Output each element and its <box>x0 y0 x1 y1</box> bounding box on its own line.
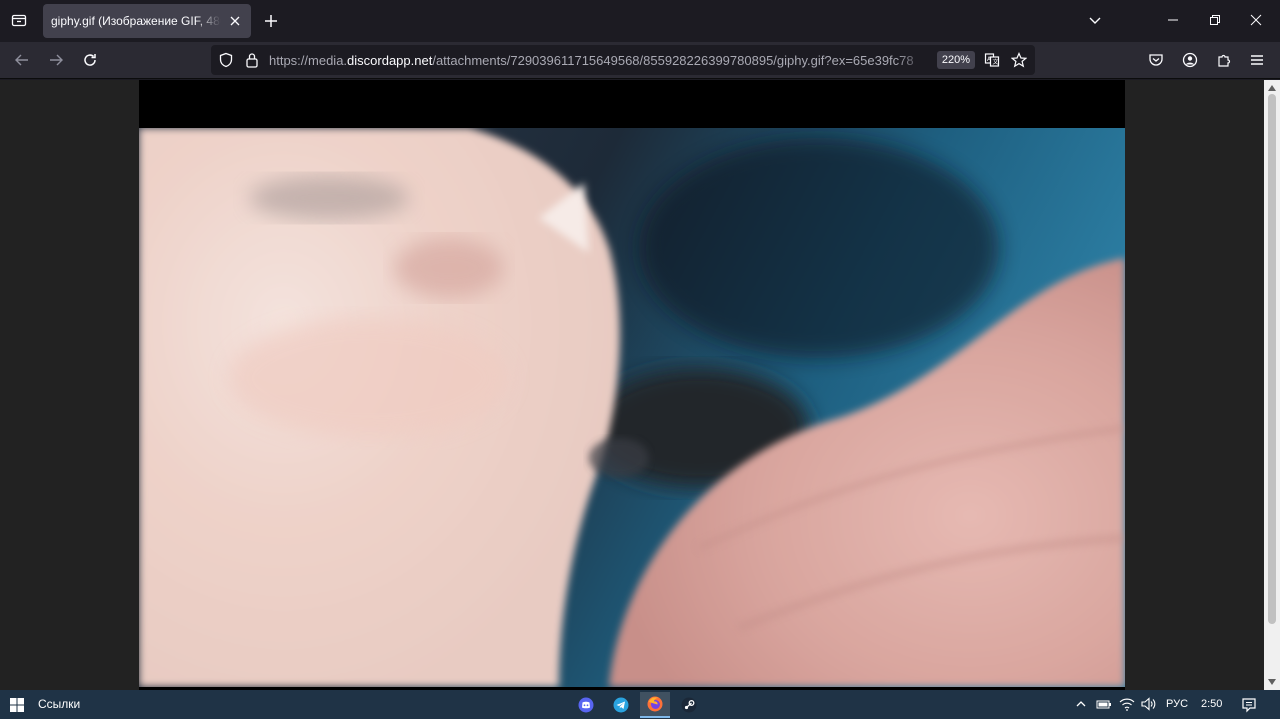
tab-bar: giphy.gif (Изображение GIF, 480 × 272 пи… <box>0 0 1280 42</box>
chevron-up-icon <box>1076 701 1086 707</box>
restore-icon <box>1210 15 1220 25</box>
back-button[interactable] <box>8 46 36 74</box>
firefox-icon <box>647 696 663 712</box>
app-menu-button[interactable] <box>1243 46 1271 74</box>
navigation-toolbar: https://media.discordapp.net/attachments… <box>0 42 1280 79</box>
vertical-scrollbar[interactable] <box>1264 80 1280 690</box>
puzzle-icon <box>1218 54 1231 67</box>
url-text[interactable]: https://media.discordapp.net/attachments… <box>269 53 929 68</box>
close-icon <box>230 16 240 26</box>
plus-icon <box>265 15 277 27</box>
svg-text:文: 文 <box>993 58 999 66</box>
taskbar-app-discord[interactable] <box>571 692 601 718</box>
links-toolbar-label[interactable]: Ссылки <box>38 697 80 711</box>
list-all-tabs-button[interactable] <box>6 7 32 33</box>
star-icon <box>1011 52 1027 68</box>
minimize-button[interactable] <box>1150 4 1196 36</box>
site-info-button[interactable] <box>243 51 261 69</box>
forward-button[interactable] <box>42 46 70 74</box>
translate-icon: A 文 <box>984 53 1000 67</box>
wifi-icon <box>1119 698 1135 711</box>
arrow-left-icon <box>15 54 28 66</box>
volume-control[interactable] <box>1140 695 1158 713</box>
url-bar[interactable]: https://media.discordapp.net/attachments… <box>211 45 1035 75</box>
taskbar-app-telegram[interactable] <box>606 692 636 718</box>
action-center-button[interactable] <box>1238 694 1260 716</box>
account-icon <box>1182 52 1198 68</box>
bookmark-star-button[interactable] <box>1010 51 1028 69</box>
account-button[interactable] <box>1176 46 1204 74</box>
translate-button[interactable]: A 文 <box>983 51 1001 69</box>
close-window-button[interactable] <box>1233 4 1279 36</box>
extensions-button[interactable] <box>1210 46 1238 74</box>
discord-icon <box>578 697 594 713</box>
pocket-icon <box>1149 54 1163 66</box>
steam-icon <box>681 697 697 713</box>
tab-giphy[interactable]: giphy.gif (Изображение GIF, 480 × 272 пи… <box>43 4 251 38</box>
tab-title: giphy.gif (Изображение GIF, 480 × 272 пи… <box>51 14 221 28</box>
reload-icon <box>84 54 96 66</box>
gif-viewer <box>139 80 1125 690</box>
restore-button[interactable] <box>1192 4 1238 36</box>
tab-close-button[interactable] <box>227 13 243 29</box>
battery-status[interactable] <box>1095 695 1113 713</box>
tab-list-icon <box>11 14 27 27</box>
scroll-down-arrow[interactable] <box>1267 677 1277 687</box>
new-tab-button[interactable] <box>260 10 282 32</box>
input-language-indicator[interactable]: РУС <box>1166 698 1188 710</box>
cat-gif-image <box>139 128 1125 687</box>
notification-icon <box>1242 698 1256 713</box>
minimize-icon <box>1168 19 1178 21</box>
url-host: discordapp.net <box>347 53 433 68</box>
taskbar-app-firefox[interactable] <box>640 692 670 718</box>
network-status[interactable] <box>1118 695 1136 713</box>
taskbar-clock[interactable]: 2:50 <box>1201 698 1222 710</box>
battery-icon <box>1096 700 1111 709</box>
tracking-protection-button[interactable] <box>217 51 235 69</box>
reload-button[interactable] <box>76 46 104 74</box>
telegram-icon <box>613 697 629 713</box>
lock-icon <box>246 53 258 68</box>
scroll-up-arrow[interactable] <box>1267 83 1277 93</box>
page-content <box>0 80 1264 690</box>
windows-taskbar: Ссылки РУС 2:50 <box>0 690 1280 719</box>
pocket-button[interactable] <box>1142 46 1170 74</box>
scrollbar-thumb[interactable] <box>1268 94 1276 624</box>
shield-icon <box>219 52 233 68</box>
url-path: /attachments/729039611715649568/85592822… <box>432 53 914 68</box>
arrow-right-icon <box>50 54 63 66</box>
show-hidden-icons-button[interactable] <box>1072 695 1090 713</box>
hamburger-menu-icon <box>1251 55 1263 65</box>
triangle-down-icon <box>1268 679 1276 685</box>
taskbar-app-steam[interactable] <box>674 692 704 718</box>
zoom-reset-button[interactable]: 220% <box>937 51 975 69</box>
url-prefix: https://media. <box>269 53 348 68</box>
start-button[interactable] <box>0 690 34 719</box>
chevron-down-icon <box>1089 17 1101 24</box>
close-icon <box>1250 14 1262 26</box>
tab-overflow-button[interactable] <box>1085 10 1105 30</box>
triangle-up-icon <box>1268 85 1276 91</box>
speaker-icon <box>1141 697 1156 711</box>
gif-image[interactable] <box>139 128 1125 687</box>
windows-logo-icon <box>10 697 24 712</box>
